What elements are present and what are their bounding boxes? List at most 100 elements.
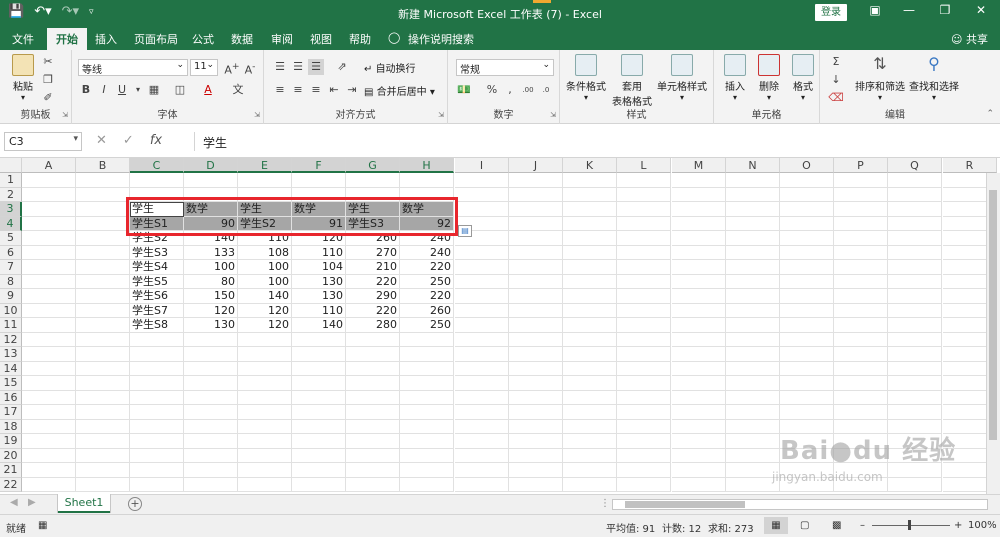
grid-cell[interactable] <box>672 202 726 217</box>
grid-cell[interactable] <box>834 245 888 260</box>
data-cell[interactable]: 100 <box>184 260 238 275</box>
grid-cell[interactable] <box>617 318 671 333</box>
data-cell[interactable]: 120 <box>238 303 292 318</box>
grid-cell[interactable] <box>346 448 400 463</box>
grid-cell[interactable] <box>888 376 942 391</box>
grid-cell[interactable] <box>726 347 780 362</box>
grid-cell[interactable] <box>834 376 888 391</box>
grid-cell[interactable] <box>455 202 509 217</box>
grid-cell[interactable] <box>400 448 454 463</box>
horizontal-scroll-thumb[interactable] <box>625 501 745 508</box>
grid-cell[interactable] <box>76 173 130 188</box>
grid-cell[interactable] <box>888 173 942 188</box>
column-header[interactable]: C <box>130 158 184 173</box>
data-cell[interactable]: 130 <box>292 274 346 289</box>
grid-cell[interactable] <box>76 245 130 260</box>
data-cell[interactable]: 240 <box>400 245 454 260</box>
data-cell[interactable]: 学生S5 <box>130 274 184 289</box>
grid-cell[interactable] <box>455 463 509 478</box>
grid-cell[interactable] <box>400 419 454 434</box>
cut-icon[interactable]: ✂ <box>40 54 56 70</box>
grid-cell[interactable] <box>780 216 834 231</box>
grid-cell[interactable] <box>455 173 509 188</box>
grid-cell[interactable] <box>780 390 834 405</box>
grid-cell[interactable] <box>726 173 780 188</box>
grid-cell[interactable] <box>617 187 671 202</box>
grid-cell[interactable] <box>130 448 184 463</box>
grid-cell[interactable] <box>563 332 617 347</box>
grid-cell[interactable] <box>184 419 238 434</box>
grid-cell[interactable] <box>563 216 617 231</box>
share-button[interactable]: ☺ 共享 <box>951 31 988 47</box>
cancel-icon[interactable]: ✕ <box>96 133 107 148</box>
grid-cell[interactable] <box>22 477 76 492</box>
row-header[interactable]: 14 <box>0 361 22 376</box>
grid-cell[interactable] <box>22 434 76 449</box>
accounting-icon[interactable]: 💵 <box>456 82 472 98</box>
grid-cell[interactable] <box>76 390 130 405</box>
grid-cell[interactable] <box>130 419 184 434</box>
grid-cell[interactable] <box>563 289 617 304</box>
grid-cell[interactable] <box>130 463 184 478</box>
underline-button[interactable]: U <box>114 82 130 98</box>
page-break-view-icon[interactable]: ▩ <box>832 520 841 531</box>
format-painter-icon[interactable]: ✐ <box>40 90 56 106</box>
grid-cell[interactable] <box>346 390 400 405</box>
grid-cell[interactable] <box>563 245 617 260</box>
grid-cell[interactable] <box>76 448 130 463</box>
insert-function-icon[interactable]: fx <box>150 133 162 148</box>
data-cell[interactable]: 130 <box>292 289 346 304</box>
grid-cell[interactable] <box>780 231 834 246</box>
grid-cell[interactable] <box>400 173 454 188</box>
column-header[interactable]: J <box>509 158 563 173</box>
grid-cell[interactable] <box>130 361 184 376</box>
grid-cell[interactable] <box>780 187 834 202</box>
tab-data[interactable]: 数据 <box>231 31 253 47</box>
grid-cell[interactable] <box>455 289 509 304</box>
underline-dropdown-icon[interactable]: ▾ <box>130 82 146 98</box>
grid-cell[interactable] <box>292 477 346 492</box>
sheet-tab[interactable]: Sheet1 <box>58 494 110 513</box>
minimize-icon[interactable]: — <box>894 3 924 17</box>
tab-file[interactable]: 文件 <box>12 31 34 47</box>
grid-cell[interactable] <box>672 173 726 188</box>
grid-cell[interactable] <box>238 434 292 449</box>
grid-cell[interactable] <box>888 405 942 420</box>
grid-cell[interactable] <box>563 187 617 202</box>
grid-cell[interactable] <box>22 390 76 405</box>
grid-cell[interactable] <box>455 405 509 420</box>
grid-cell[interactable] <box>184 477 238 492</box>
grid-cell[interactable] <box>834 216 888 231</box>
data-cell[interactable]: 220 <box>400 289 454 304</box>
data-cell[interactable]: 学生S4 <box>130 260 184 275</box>
grid-cell[interactable] <box>22 448 76 463</box>
grid-cell[interactable] <box>130 477 184 492</box>
grid-cell[interactable] <box>22 187 76 202</box>
grid-cell[interactable] <box>184 448 238 463</box>
grid-cell[interactable] <box>346 173 400 188</box>
zoom-in-icon[interactable]: + <box>954 520 962 531</box>
row-header[interactable]: 22 <box>0 477 22 492</box>
grid-cell[interactable] <box>726 318 780 333</box>
restore-icon[interactable]: ❐ <box>930 3 960 17</box>
grid-cell[interactable] <box>617 202 671 217</box>
grid-cell[interactable] <box>563 231 617 246</box>
next-sheet-icon[interactable]: ▶ <box>28 497 36 508</box>
grid-cell[interactable] <box>76 289 130 304</box>
grid-cell[interactable] <box>76 434 130 449</box>
paste-options-icon[interactable]: ▤ <box>458 225 472 237</box>
grid-cell[interactable] <box>672 274 726 289</box>
data-cell[interactable]: 学生S6 <box>130 289 184 304</box>
grid-cell[interactable] <box>22 332 76 347</box>
grid-cell[interactable] <box>22 173 76 188</box>
grid-cell[interactable] <box>672 405 726 420</box>
grid-cell[interactable] <box>509 434 563 449</box>
grid-cell[interactable] <box>455 376 509 391</box>
grid-cell[interactable] <box>888 390 942 405</box>
grid-cell[interactable] <box>509 289 563 304</box>
grid-cell[interactable] <box>509 260 563 275</box>
grid-cell[interactable] <box>834 260 888 275</box>
column-header[interactable]: L <box>617 158 671 173</box>
vertical-scroll-thumb[interactable] <box>989 190 997 440</box>
grid-cell[interactable] <box>22 419 76 434</box>
